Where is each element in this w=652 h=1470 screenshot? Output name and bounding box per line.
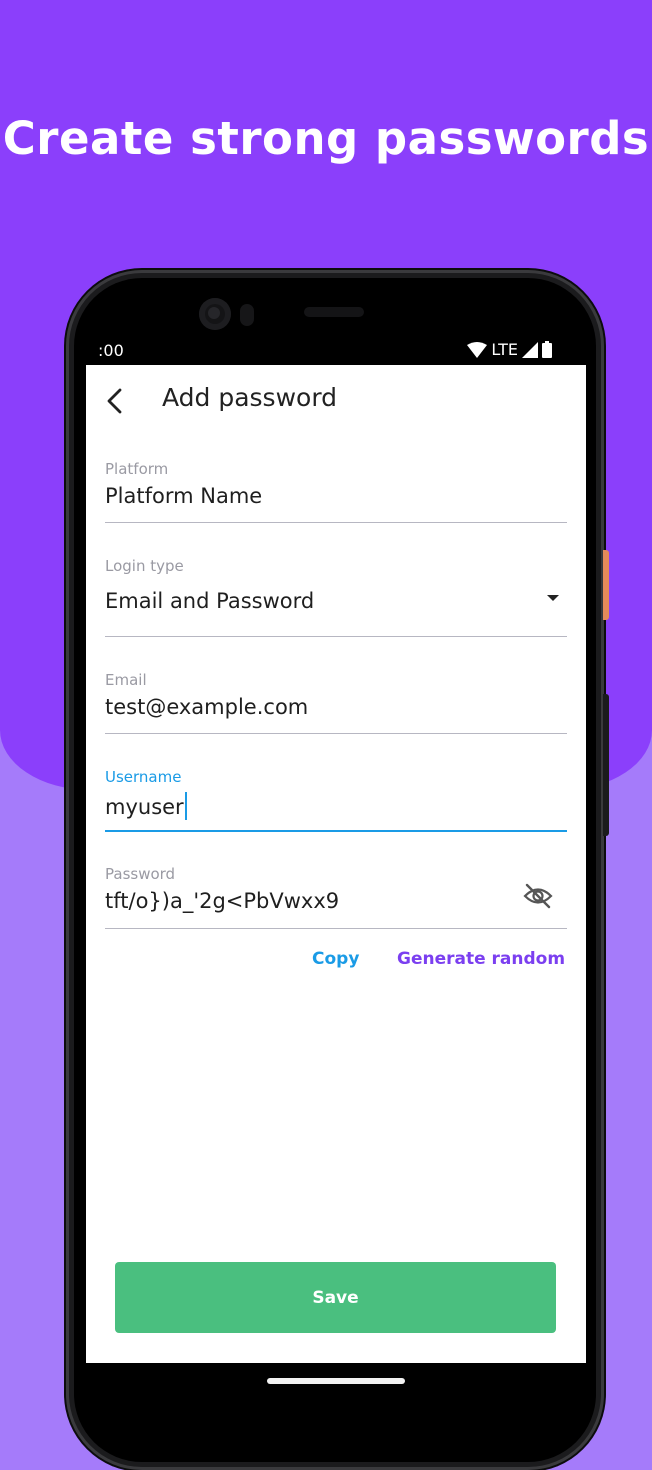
username-field[interactable]: Username myuser — [105, 768, 567, 832]
login-type-label: Login type — [105, 557, 184, 575]
password-underline — [105, 928, 567, 929]
home-indicator[interactable] — [267, 1378, 405, 1384]
sensor — [240, 304, 254, 326]
platform-field[interactable]: Platform Platform Name — [105, 460, 567, 523]
email-input[interactable]: test@example.com — [105, 695, 567, 719]
status-bar: :00 LTE — [86, 336, 586, 366]
username-underline — [105, 830, 567, 832]
password-field[interactable]: Password tft/o})a_'2g<PbVwxx9 — [105, 865, 567, 929]
dropdown-arrow-icon[interactable] — [547, 595, 559, 601]
chevron-left-icon[interactable] — [104, 387, 128, 415]
wifi-icon — [467, 341, 488, 358]
copy-button[interactable]: Copy — [312, 949, 359, 969]
page-title: Add password — [162, 383, 338, 412]
network-type: LTE — [491, 340, 518, 359]
email-field[interactable]: Email test@example.com — [105, 671, 567, 734]
login-type-value[interactable]: Email and Password — [105, 589, 567, 613]
email-underline — [105, 733, 567, 734]
login-type-underline — [105, 636, 567, 637]
text-cursor — [184, 792, 187, 820]
login-type-select[interactable]: Login type Email and Password — [105, 557, 567, 637]
eye-off-icon[interactable] — [523, 883, 553, 909]
battery-icon — [542, 341, 552, 358]
username-value: myuser — [105, 795, 184, 819]
status-indicators: LTE — [467, 340, 552, 359]
phone-volume-button — [603, 694, 609, 836]
signal-icon — [522, 341, 538, 358]
username-label: Username — [105, 768, 182, 786]
generate-random-button[interactable]: Generate random — [397, 949, 565, 969]
platform-underline — [105, 522, 567, 523]
email-label: Email — [105, 671, 147, 689]
earpiece-speaker — [304, 307, 364, 317]
headline: Create strong passwords — [2, 112, 650, 165]
phone-side-button — [603, 550, 609, 620]
platform-input[interactable]: Platform Name — [105, 484, 567, 508]
username-input[interactable]: myuser — [105, 792, 567, 820]
app-screen: Add password Platform Platform Name Logi… — [86, 365, 586, 1363]
password-label: Password — [105, 865, 176, 883]
password-input[interactable]: tft/o})a_'2g<PbVwxx9 — [105, 889, 567, 913]
save-button[interactable]: Save — [115, 1262, 556, 1333]
camera-lens — [208, 307, 220, 319]
platform-label: Platform — [105, 460, 169, 478]
status-time: :00 — [98, 341, 124, 360]
